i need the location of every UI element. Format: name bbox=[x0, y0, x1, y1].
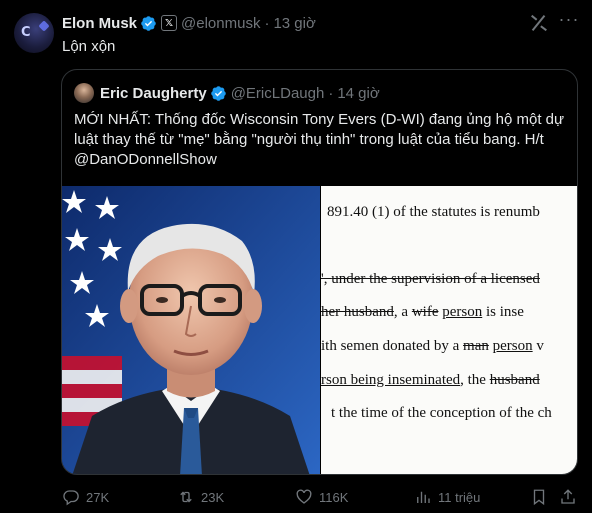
quote-author-name[interactable]: Eric Daugherty bbox=[100, 85, 207, 102]
doc-text-segment: v bbox=[532, 338, 544, 354]
doc-text-segment: ith semen donated by a bbox=[321, 338, 464, 354]
doc-text-segment: , the bbox=[460, 372, 490, 388]
doc-text-segment: person bbox=[492, 338, 533, 354]
like-button[interactable]: 116K bbox=[295, 488, 348, 506]
like-count: 116K bbox=[319, 489, 349, 505]
verified-badge-icon bbox=[141, 15, 156, 31]
avatar-glyph: C bbox=[21, 25, 31, 40]
quoted-tweet[interactable]: Eric Daugherty @EricLDaugh · 14 giờ MỚI … bbox=[61, 69, 578, 475]
tweet-header: Elon Musk 𝕏 @elonmusk · 13 giờ bbox=[62, 13, 316, 33]
doc-text-segment: wife bbox=[411, 304, 439, 320]
statute-document-image[interactable]: 891.40 (1) of the statutes is renumb ', … bbox=[321, 186, 577, 474]
doc-line: her husband, a wife person is inse bbox=[321, 304, 524, 321]
quote-header: Eric Daugherty @EricLDaugh · 14 giờ bbox=[74, 82, 380, 104]
share-button[interactable] bbox=[559, 488, 583, 506]
doc-line: t the time of the conception of the ch bbox=[331, 405, 552, 422]
x-badge-icon: 𝕏 bbox=[161, 15, 178, 31]
action-bar: 27K 23K 116K 11 triệu bbox=[62, 488, 582, 508]
like-icon bbox=[296, 489, 312, 504]
quote-time: 14 giờ bbox=[337, 84, 380, 102]
doc-text-segment: rson being inseminated bbox=[321, 372, 461, 388]
doc-text-segment: 891.40 (1) of the statutes is renumb bbox=[327, 204, 540, 220]
avatar-decoration bbox=[38, 20, 50, 32]
bookmark-button[interactable] bbox=[530, 488, 554, 506]
separator-dot: · bbox=[264, 14, 270, 32]
tweet-time[interactable]: 13 giờ bbox=[273, 15, 315, 32]
views-icon bbox=[417, 491, 430, 503]
separator-dot: · bbox=[328, 84, 334, 102]
reply-count: 27K bbox=[86, 489, 110, 505]
doc-text-segment: ', bbox=[321, 271, 332, 287]
doc-text-segment: under the supervision of a licensed bbox=[331, 271, 540, 287]
reply-button[interactable]: 27K bbox=[62, 488, 109, 506]
doc-line: ', under the supervision of a licensed bbox=[321, 271, 540, 288]
doc-text-segment: husband bbox=[489, 372, 540, 388]
quote-author-handle[interactable]: @EricLDaugh bbox=[231, 85, 325, 102]
doc-line: rson being inseminated, the husband bbox=[321, 372, 540, 389]
doc-text-segment: man bbox=[463, 338, 489, 354]
verified-badge-icon bbox=[210, 85, 226, 101]
reply-icon bbox=[63, 490, 79, 506]
repost-icon bbox=[180, 491, 192, 503]
repost-count: 23K bbox=[201, 489, 225, 505]
tweet-text: Lộn xộn bbox=[62, 38, 116, 55]
quote-text: MỚI NHẤT: Thống đốc Wisconsin Tony Evers… bbox=[74, 111, 565, 168]
doc-text-segment: , a bbox=[393, 304, 412, 320]
quote-author-avatar[interactable] bbox=[74, 83, 94, 103]
doc-text-segment: t the time of the conception of the ch bbox=[331, 405, 552, 421]
share-icon bbox=[561, 489, 575, 504]
doc-text-segment: is inse bbox=[482, 304, 524, 320]
repost-button[interactable]: 23K bbox=[177, 488, 224, 506]
author-handle[interactable]: @elonmusk bbox=[181, 15, 260, 32]
doc-line: ith semen donated by a man person v bbox=[321, 338, 544, 355]
bookmark-icon bbox=[533, 489, 545, 506]
doc-text-segment: person bbox=[442, 304, 483, 320]
grok-icon[interactable] bbox=[528, 12, 550, 34]
author-name[interactable]: Elon Musk bbox=[62, 15, 137, 32]
governor-photo-illustration bbox=[62, 186, 320, 474]
more-icon[interactable]: ··· bbox=[558, 10, 580, 34]
views-count: 11 triệu bbox=[438, 489, 481, 505]
governor-photo[interactable] bbox=[62, 186, 320, 474]
doc-line: 891.40 (1) of the statutes is renumb bbox=[327, 204, 540, 221]
author-avatar[interactable]: C bbox=[14, 13, 54, 53]
views-button[interactable]: 11 triệu bbox=[414, 488, 480, 506]
doc-text-segment: her husband bbox=[321, 304, 394, 320]
